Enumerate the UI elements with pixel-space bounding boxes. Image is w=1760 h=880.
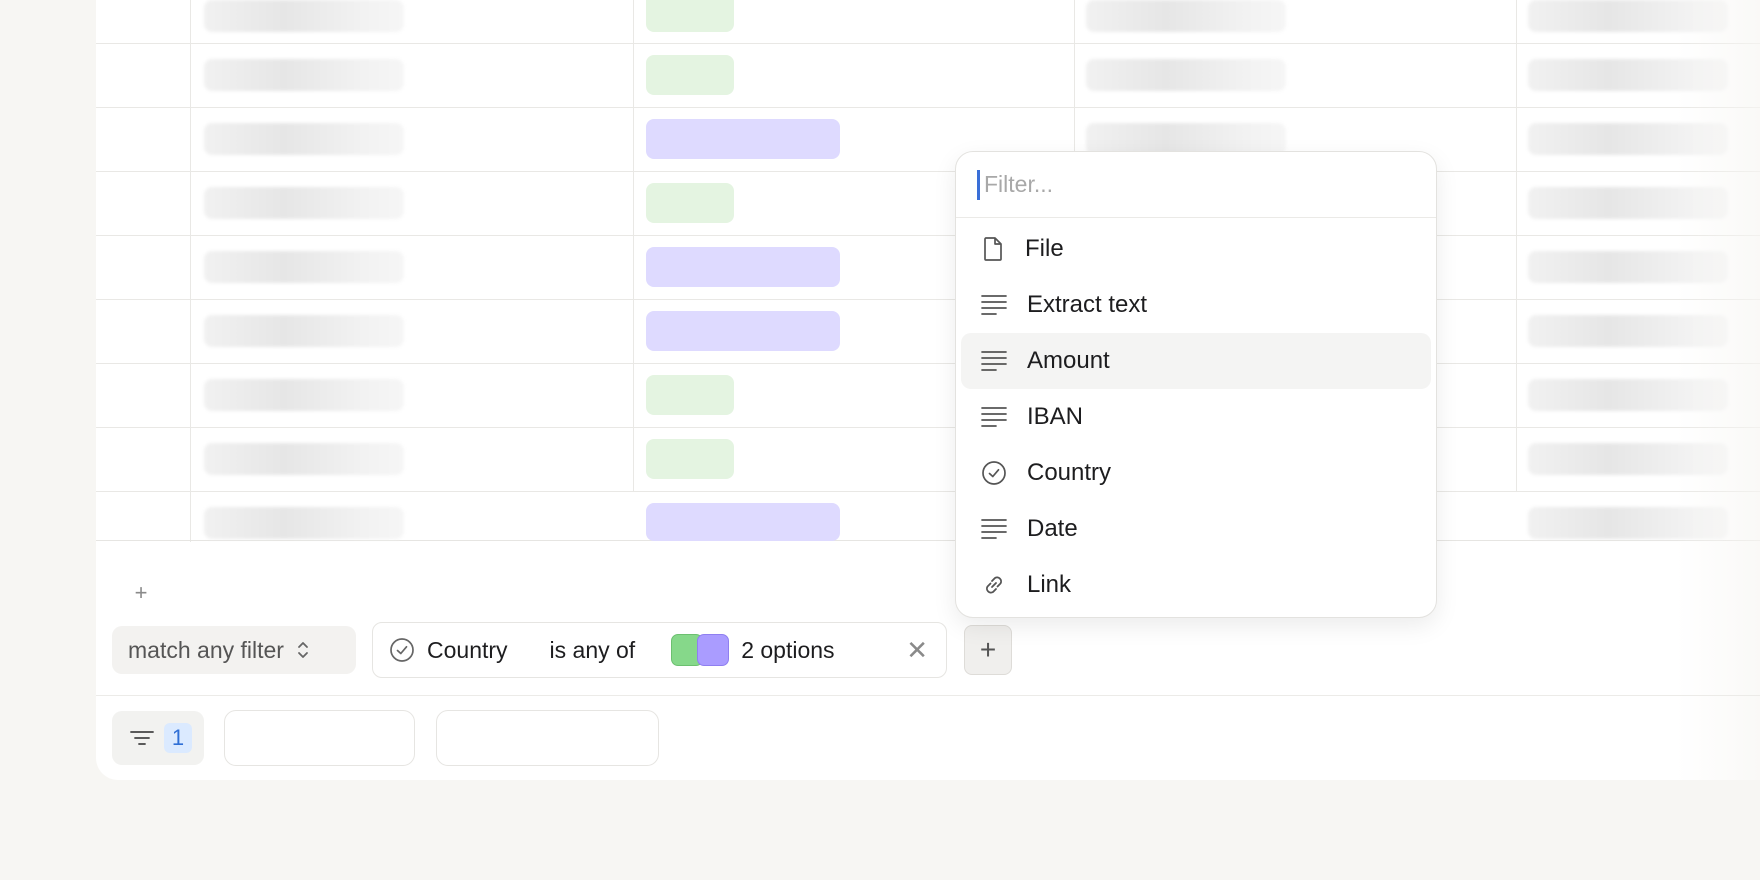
chevron-updown-icon	[298, 642, 308, 658]
field-option-country[interactable]: Country	[961, 445, 1431, 501]
status-pill[interactable]	[646, 55, 734, 95]
column-divider	[1516, 0, 1517, 492]
field-picker-dropdown: File Extract text Amount IBAN Count	[955, 151, 1437, 618]
filter-icon	[130, 731, 154, 745]
divider	[96, 695, 1760, 696]
match-mode-select[interactable]: match any filter	[112, 626, 356, 674]
field-option-amount[interactable]: Amount	[961, 333, 1431, 389]
text-lines-icon	[981, 407, 1007, 427]
placeholder-cell	[1528, 187, 1728, 219]
field-option-label: Date	[1027, 515, 1078, 542]
field-option-label: Extract text	[1027, 291, 1148, 318]
add-row-button[interactable]: +	[131, 582, 151, 604]
field-option-label: Amount	[1027, 347, 1110, 374]
filter-count-badge: 1	[164, 723, 192, 753]
filter-search-input[interactable]	[982, 170, 1386, 199]
field-option-label: Country	[1027, 459, 1112, 486]
option-swatch-purple	[697, 634, 730, 666]
placeholder-cell	[1528, 0, 1728, 32]
placeholder-cell	[1086, 0, 1286, 32]
filter-chip[interactable]: Country is any of 2 options ✕	[372, 622, 947, 678]
placeholder-cell	[204, 0, 404, 32]
placeholder-cell	[204, 443, 404, 475]
field-option-label: Link	[1027, 571, 1072, 598]
placeholder-cell	[204, 315, 404, 347]
field-option-link[interactable]: Link	[961, 557, 1431, 613]
filter-toggle-button[interactable]: 1	[112, 711, 204, 765]
field-option-extract-text[interactable]: Extract text	[961, 277, 1431, 333]
placeholder-cell	[1528, 507, 1728, 539]
text-lines-icon	[981, 351, 1007, 371]
option-swatches	[671, 634, 730, 666]
column-divider	[190, 0, 191, 542]
file-icon	[984, 237, 1002, 261]
status-pill[interactable]	[646, 439, 734, 479]
close-icon[interactable]: ✕	[906, 637, 928, 663]
filter-value[interactable]: 2 options	[741, 637, 834, 664]
status-pill[interactable]	[646, 375, 734, 415]
status-pill[interactable]	[646, 247, 840, 287]
placeholder-cell	[1528, 379, 1728, 411]
field-option-iban[interactable]: IBAN	[961, 389, 1431, 445]
placeholder-cell	[204, 187, 404, 219]
placeholder-cell	[204, 59, 404, 91]
placeholder-cell	[1528, 315, 1728, 347]
check-circle-icon	[982, 461, 1006, 485]
placeholder-cell	[1528, 443, 1728, 475]
check-circle-icon	[390, 638, 414, 662]
text-lines-icon	[981, 295, 1007, 315]
field-option-date[interactable]: Date	[961, 501, 1431, 557]
toolbar-button[interactable]	[224, 710, 415, 766]
placeholder-cell	[1086, 59, 1286, 91]
status-pill[interactable]	[646, 0, 734, 32]
placeholder-cell	[204, 123, 404, 155]
add-filter-button[interactable]: +	[964, 625, 1012, 675]
status-pill[interactable]	[646, 503, 840, 541]
match-mode-label: match any filter	[128, 636, 284, 663]
text-caret	[977, 170, 980, 200]
column-divider	[633, 0, 634, 492]
status-pill[interactable]	[646, 119, 840, 159]
placeholder-cell	[204, 251, 404, 283]
field-list: File Extract text Amount IBAN Country Da…	[956, 218, 1436, 616]
field-option-label: File	[1025, 235, 1064, 262]
field-option-label: IBAN	[1027, 403, 1084, 430]
placeholder-cell	[1528, 251, 1728, 283]
data-table	[96, 0, 1760, 542]
status-pill[interactable]	[646, 311, 840, 351]
placeholder-cell	[1528, 123, 1728, 155]
placeholder-cell	[1528, 59, 1728, 91]
text-lines-icon	[981, 519, 1007, 539]
filter-search-row	[956, 152, 1436, 218]
status-pill[interactable]	[646, 183, 734, 223]
toolbar-button[interactable]	[436, 710, 659, 766]
placeholder-cell	[204, 507, 404, 539]
link-icon	[986, 576, 1002, 594]
placeholder-cell	[204, 379, 404, 411]
filter-field[interactable]: Country	[427, 637, 508, 664]
field-option-file[interactable]: File	[961, 221, 1431, 277]
filter-operator[interactable]: is any of	[550, 637, 636, 664]
